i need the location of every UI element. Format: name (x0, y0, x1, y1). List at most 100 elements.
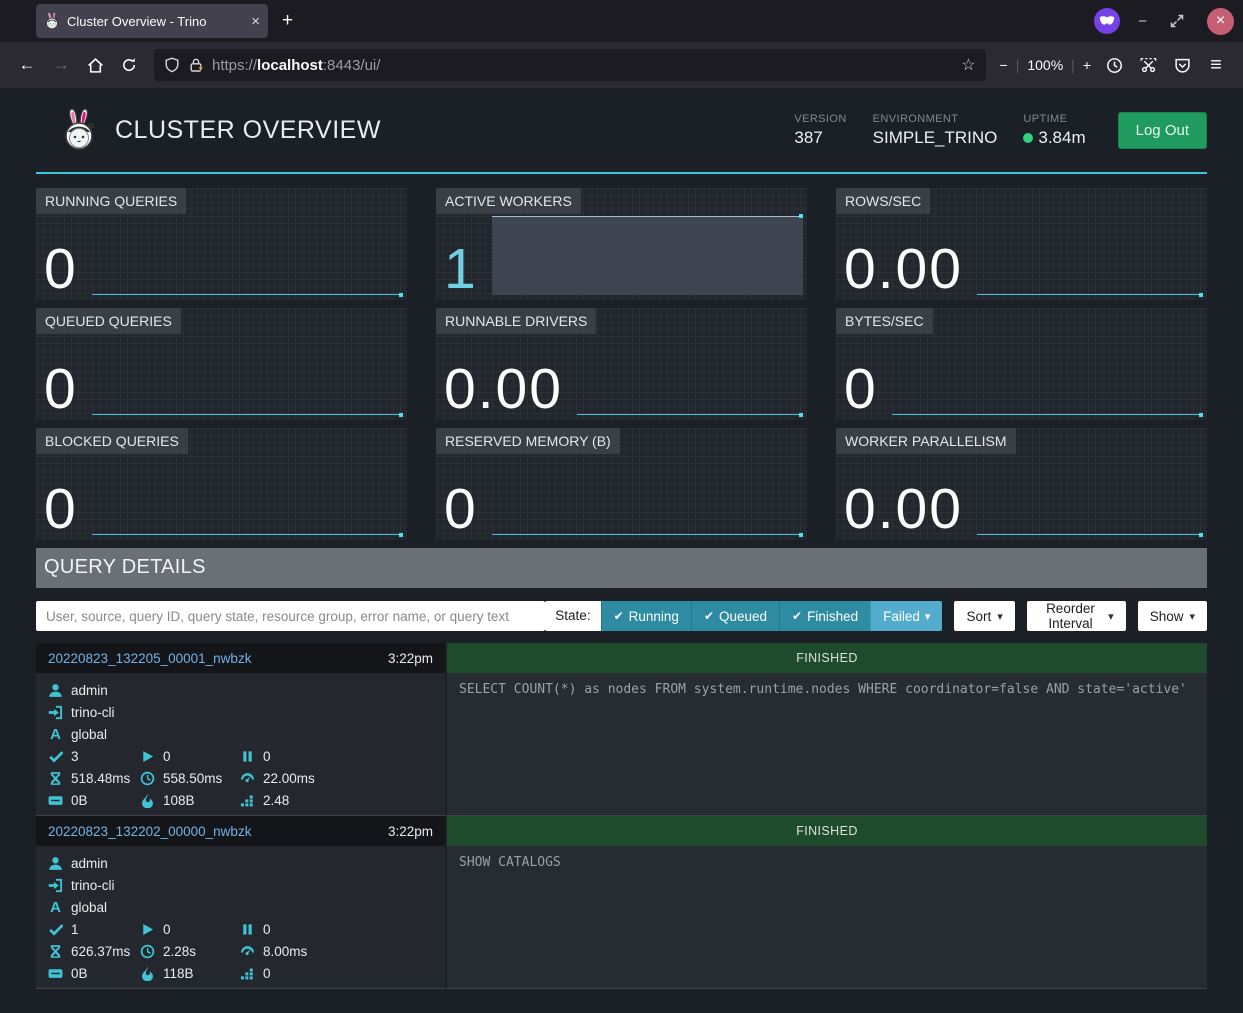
history-button[interactable] (1099, 50, 1129, 80)
dropdown-button[interactable]: Show ▾ (1138, 601, 1207, 631)
query-source-row: trino-cli (48, 701, 433, 723)
shield-icon (164, 57, 180, 73)
separator: | (1071, 57, 1075, 73)
url-host: localhost (257, 57, 323, 74)
stat-value: 1 (444, 243, 492, 295)
query-sql-text: SELECT COUNT(*) as nodes FROM system.run… (447, 673, 1207, 816)
query-sql-text: SHOW CATALOGS (447, 846, 1207, 989)
completed-splits-value: 3 (71, 749, 79, 764)
reload-button[interactable] (114, 50, 144, 80)
window-close-button[interactable]: × (1207, 8, 1234, 35)
stat-card: RESERVED MEMORY (B) 0 (436, 428, 807, 540)
stat-card: RUNNABLE DRIVERS 0.00 (436, 308, 807, 420)
query-source-row: trino-cli (48, 874, 433, 896)
query-details-title: QUERY DETAILS (36, 548, 1207, 588)
elapsed-time: 558.50ms (140, 767, 240, 789)
clock-icon (140, 944, 155, 959)
queued-splits-value: 0 (263, 749, 271, 764)
zoom-controls: − | 100% | + (1000, 57, 1091, 73)
window-minimize-button[interactable]: − (1138, 13, 1147, 30)
current-memory: 0B (48, 962, 140, 984)
stat-sparkline (92, 456, 403, 535)
queued-splits: 0 (240, 745, 433, 767)
stat-sparkline (492, 216, 803, 295)
cumulative-memory-value: 118B (163, 966, 194, 981)
running-splits-value: 0 (163, 922, 171, 937)
query-meta-panel: admin trino-cli A global 1 0 (36, 846, 447, 989)
home-icon (87, 57, 104, 74)
query-row: 20220823_132205_00001_nwbzk 3:22pm FINIS… (36, 643, 1207, 816)
pocket-button[interactable] (1167, 50, 1197, 80)
version-label: VERSION (794, 113, 846, 125)
stat-label: QUEUED QUERIES (36, 308, 181, 334)
flame-icon (140, 793, 155, 808)
scissors-icon (1140, 57, 1157, 74)
memory-icon (48, 966, 63, 981)
stat-label: BYTES/SEC (836, 308, 933, 334)
query-search-input[interactable] (36, 601, 545, 631)
screenshot-button[interactable] (1133, 50, 1163, 80)
back-button[interactable]: ← (12, 50, 42, 80)
dropdown-button[interactable]: Reorder Interval ▾ (1027, 601, 1126, 631)
url-bar[interactable]: https://localhost:8443/ui/ ☆ (154, 49, 986, 81)
query-id-link[interactable]: 20220823_132205_00001_nwbzk (48, 651, 251, 666)
pocket-icon (1174, 57, 1191, 74)
flame-icon (140, 966, 155, 981)
lock-warning-icon (188, 57, 204, 73)
bar-chart-icon (240, 793, 255, 808)
check-icon (48, 922, 63, 937)
window-restore-button[interactable] (1169, 13, 1185, 29)
pause-icon (240, 749, 255, 764)
stat-value: 0.00 (444, 363, 577, 415)
new-tab-button[interactable]: + (282, 10, 293, 32)
zoom-out-button[interactable]: − (1000, 57, 1008, 73)
query-user-row: admin (48, 852, 433, 874)
stat-body: 0 (44, 216, 403, 295)
stat-sparkline (577, 336, 803, 415)
zoom-in-button[interactable]: + (1083, 57, 1091, 73)
dropdown-button[interactable]: Sort ▾ (954, 601, 1014, 631)
completed-splits-value: 1 (71, 922, 79, 937)
forward-button[interactable]: → (46, 50, 76, 80)
query-resource-group: global (71, 727, 107, 742)
clock-icon (140, 771, 155, 786)
query-id-link[interactable]: 20220823_132202_00000_nwbzk (48, 824, 251, 839)
tab-close-icon[interactable]: × (251, 13, 260, 30)
stat-card: QUEUED QUERIES 0 (36, 308, 407, 420)
menu-button[interactable]: ≡ (1201, 50, 1231, 80)
query-stats-grid: 1 0 0 626.37ms 2.28s (48, 918, 433, 984)
stat-value: 0.00 (844, 483, 977, 535)
elapsed-time-value: 558.50ms (163, 771, 222, 786)
state-button-label: Failed (883, 609, 920, 624)
state-filter-button[interactable]: ✔ Running (601, 601, 691, 631)
cpu-time-value: 22.00ms (263, 771, 315, 786)
private-browsing-badge (1094, 8, 1120, 34)
stat-label: ACTIVE WORKERS (436, 188, 581, 214)
hourglass-icon (48, 771, 63, 786)
state-filter-button[interactable]: Failed ▾ (870, 601, 942, 631)
tab-title: Cluster Overview - Trino (67, 14, 244, 29)
stat-label: BLOCKED QUERIES (36, 428, 188, 454)
home-button[interactable] (80, 50, 110, 80)
running-splits: 0 (140, 918, 240, 940)
current-memory-value: 0B (71, 966, 88, 981)
state-filter-button[interactable]: ✔ Finished (779, 601, 870, 631)
check-icon: ✔ (614, 609, 624, 623)
running-splits-value: 0 (163, 749, 171, 764)
stat-body: 0 (844, 336, 1203, 415)
cpu-time: 8.00ms (240, 940, 433, 962)
state-filter-button[interactable]: ✔ Queued (691, 601, 779, 631)
query-list: 20220823_132205_00001_nwbzk 3:22pm FINIS… (36, 643, 1207, 989)
environment-block: ENVIRONMENT SIMPLE_TRINO (873, 113, 998, 148)
logout-button[interactable]: Log Out (1118, 112, 1207, 149)
browser-tab[interactable]: Cluster Overview - Trino × (36, 4, 268, 38)
uptime-label: UPTIME (1023, 113, 1085, 125)
stat-label: WORKER PARALLELISM (836, 428, 1016, 454)
state-button-label: Queued (719, 609, 767, 624)
zoom-level[interactable]: 100% (1027, 57, 1063, 73)
source-icon (48, 705, 63, 720)
bookmark-star-icon[interactable]: ☆ (961, 55, 975, 75)
stat-label: RUNNABLE DRIVERS (436, 308, 596, 334)
clock-history-icon (1106, 57, 1123, 74)
query-user: admin (71, 856, 108, 871)
